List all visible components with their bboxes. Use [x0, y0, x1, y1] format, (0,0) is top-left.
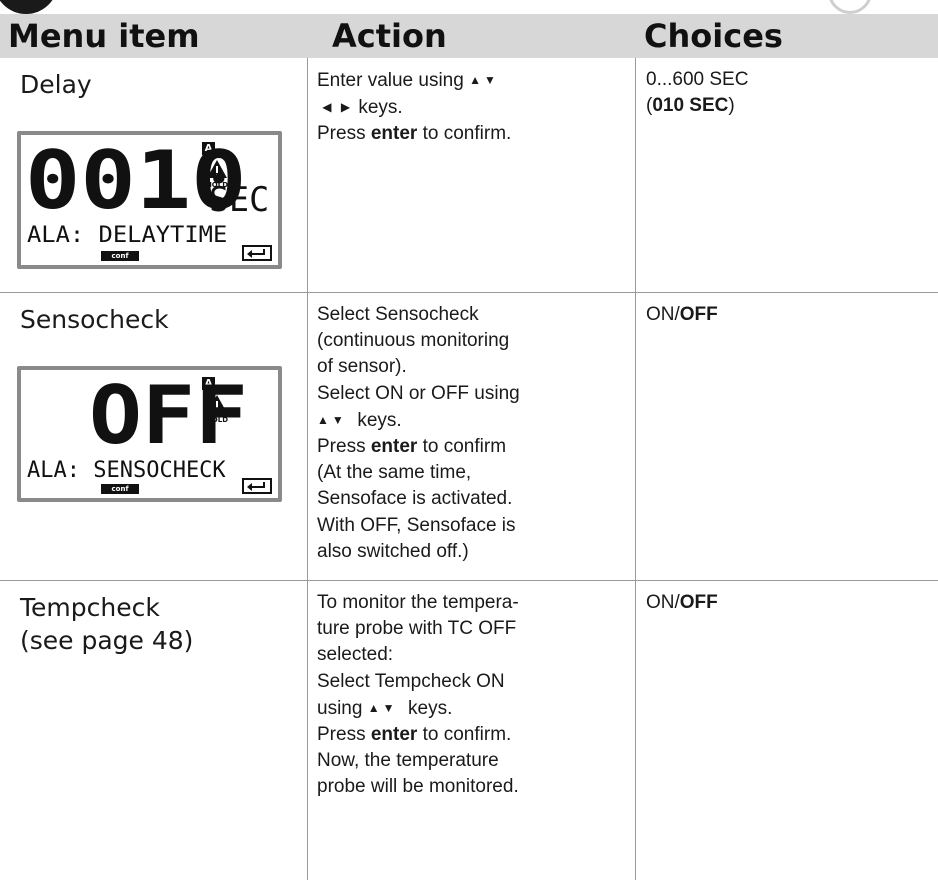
action-line: of sensor). — [317, 356, 407, 378]
action-line: Enter value using ▲▼ — [317, 67, 635, 94]
cell-action: To monitor the tempera- ture probe with … — [307, 581, 635, 880]
table-row-tempcheck: Tempcheck (see page 48) To monitor the t… — [0, 581, 938, 880]
action-line: Press enter to confirm — [317, 436, 507, 458]
action-line: Now, the temperature — [317, 750, 499, 772]
action-line: using ▲▼ keys. — [317, 695, 635, 722]
table-header: Menu item Action Choices — [0, 14, 938, 58]
action-line: Press enter to confirm. — [317, 724, 512, 746]
choices-text: ON/OFF — [646, 590, 718, 616]
choices-default-line: (010 SEC) — [646, 95, 735, 117]
action-line: (At the same time, — [317, 462, 472, 484]
cell-choices: 0...600 SEC (010 SEC) — [635, 58, 938, 292]
up-down-arrow-keys: ▲▼ — [317, 412, 347, 427]
menu-item-label: Sensocheck — [20, 305, 169, 334]
action-line: Select Tempcheck ON — [317, 670, 505, 692]
up-down-arrow-keys: ▲▼ — [469, 73, 499, 87]
action-line: Select ON or OFF using — [317, 382, 520, 404]
lcd-unit: SEC — [209, 180, 270, 220]
cell-choices: ON/OFF — [635, 581, 938, 880]
action-line: Select Sensocheck — [317, 304, 479, 325]
choices-text: 0...600 SEC (010 SEC) — [646, 67, 748, 119]
header-menu-item: Menu item — [8, 17, 200, 55]
cell-menu-item: Delay A HOLD 0010 SEC ALA: DELAYTIME con… — [0, 58, 307, 292]
action-text: Select Sensocheck (continuous monitoring… — [317, 302, 635, 565]
action-text: To monitor the tempera- ture probe with … — [317, 590, 635, 801]
action-line: probe will be monitored. — [317, 776, 519, 798]
page-top-decoration — [0, 0, 938, 14]
menu-item-label: Tempcheck (see page 48) — [20, 593, 194, 655]
cell-choices: ON/OFF — [635, 293, 938, 580]
lcd-main-value: OFF — [89, 369, 248, 462]
choices-default: OFF — [679, 304, 718, 325]
chapter-marker-circle — [0, 0, 58, 14]
action-line: Sensoface is activated. — [317, 488, 513, 510]
enter-keyword: enter — [370, 724, 418, 746]
cell-action: Enter value using ▲▼ ◀ ▶ keys. Press ent… — [307, 58, 635, 292]
table-row-sensocheck: Sensocheck A HOLD OFF ALA: SENSOCHECK co… — [0, 293, 938, 580]
choices-default: 010 SEC — [652, 95, 729, 117]
action-line: ▲▼ keys. — [317, 407, 635, 434]
action-line: With OFF, Sensoface is — [317, 514, 516, 536]
conf-indicator: conf — [101, 251, 139, 261]
table-row-delay: Delay A HOLD 0010 SEC ALA: DELAYTIME con… — [0, 58, 938, 292]
lcd-text-line: ALA: DELAYTIME — [27, 223, 228, 248]
up-down-arrow-keys: ▲▼ — [367, 700, 398, 715]
enter-keyword: enter — [370, 123, 418, 145]
action-line: (continuous monitoring — [317, 330, 510, 352]
enter-key-icon — [242, 478, 272, 494]
choices-on-off: ON/OFF — [646, 304, 718, 325]
lcd-display-delay: A HOLD 0010 SEC ALA: DELAYTIME conf — [17, 131, 282, 269]
action-line: selected: — [317, 644, 394, 666]
action-line: ◀ ▶ keys. — [317, 94, 635, 121]
lcd-display-sensocheck: A HOLD OFF ALA: SENSOCHECK conf — [17, 366, 282, 502]
choices-default: OFF — [679, 592, 718, 613]
enter-key-icon — [242, 245, 272, 261]
enter-keyword: enter — [370, 436, 418, 458]
action-line: To monitor the tempera- — [317, 592, 519, 613]
menu-item-label: Delay — [20, 70, 92, 99]
choices-range: 0...600 SEC — [646, 69, 749, 90]
decorative-arc — [828, 0, 872, 14]
cell-menu-item: Tempcheck (see page 48) — [0, 581, 307, 880]
conf-indicator: conf — [101, 484, 139, 494]
cell-menu-item: Sensocheck A HOLD OFF ALA: SENSOCHECK co… — [0, 293, 307, 580]
cell-action: Select Sensocheck (continuous monitoring… — [307, 293, 635, 580]
choices-on-off: ON/OFF — [646, 592, 718, 613]
lcd-text-line: ALA: SENSOCHECK — [27, 458, 226, 483]
left-right-arrow-keys: ◀ ▶ — [322, 100, 354, 115]
header-action: Action — [332, 17, 447, 55]
choices-text: ON/OFF — [646, 302, 718, 328]
action-text: Enter value using ▲▼ ◀ ▶ keys. Press ent… — [317, 67, 635, 148]
header-choices: Choices — [644, 17, 783, 55]
action-line: also switched off.) — [317, 540, 469, 562]
action-line: ture probe with TC OFF — [317, 618, 517, 640]
action-line: Press enter to confirm. — [317, 123, 512, 145]
